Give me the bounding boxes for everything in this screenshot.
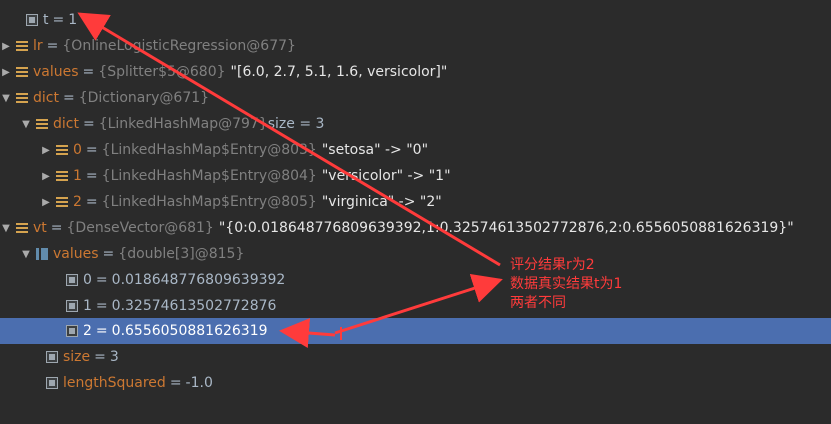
arrow-back-to-value-2 <box>279 318 336 348</box>
annotation-line-3: 两者不同 <box>510 295 566 311</box>
annotation-line-1: 评分结果r为2 <box>510 257 595 273</box>
annotation-arrows <box>77 12 503 348</box>
arrow-to-t <box>77 12 501 267</box>
arrow-to-value-2 <box>334 273 503 335</box>
annotation-text: 评分结果r为2 数据真实结果t为1 两者不同 <box>510 256 622 313</box>
annotation-line-2: 数据真实结果t为1 <box>510 276 623 292</box>
